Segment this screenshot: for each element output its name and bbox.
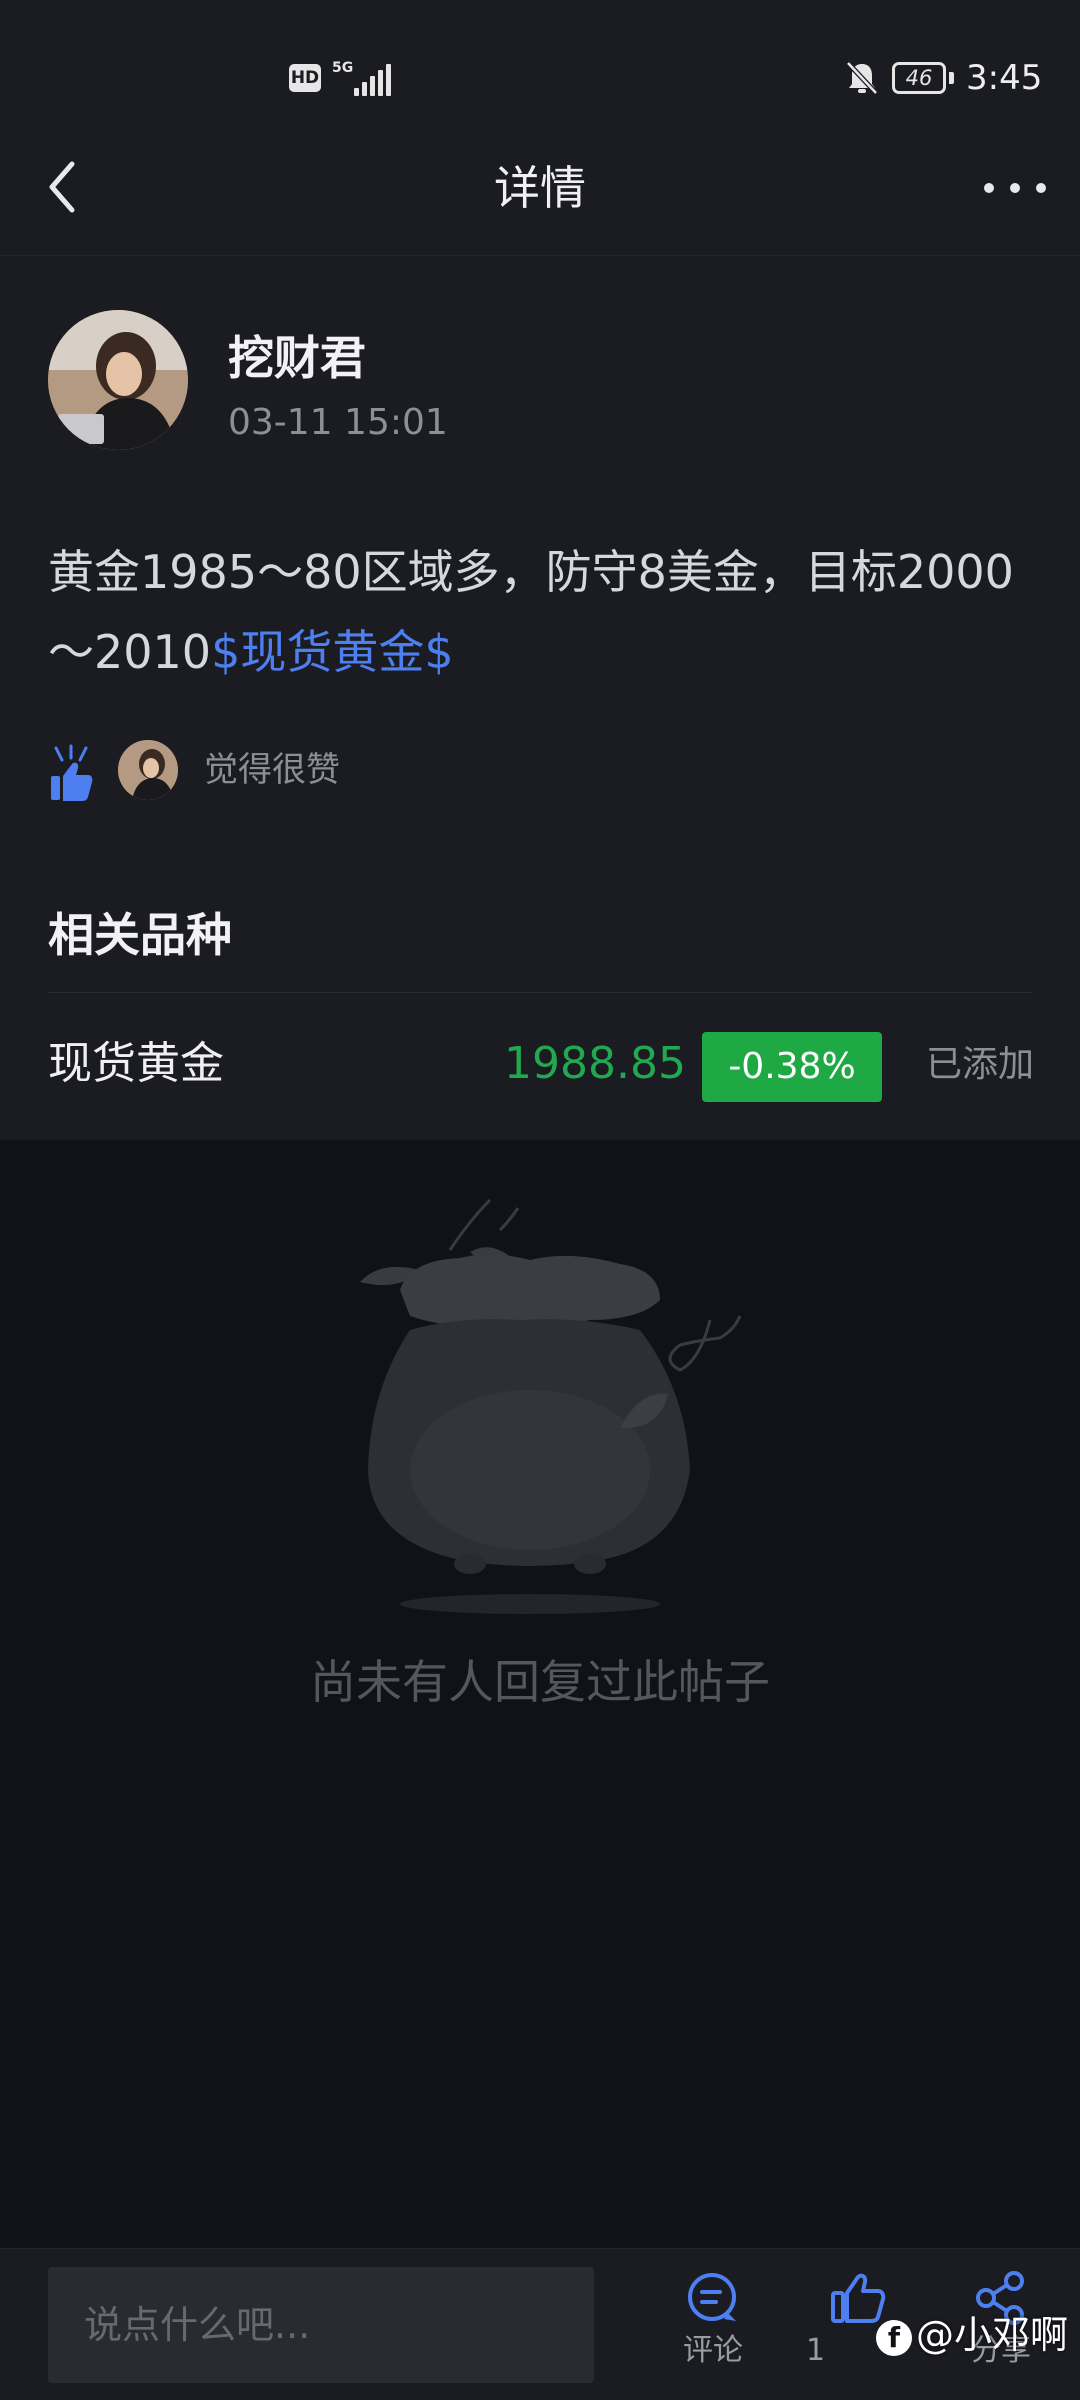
page-title: 详情 xyxy=(494,161,586,215)
comment-button[interactable]: 评论 xyxy=(658,2269,768,2389)
comment-icon xyxy=(688,2273,736,2321)
liker-avatar[interactable] xyxy=(118,740,178,800)
thumbs-up-icon xyxy=(51,744,93,801)
price-change-badge: -0.38% xyxy=(702,1032,882,1102)
watermark-text: @小邓啊 xyxy=(916,2313,1069,2357)
status-bar: HD 5G 46 3:45 xyxy=(0,0,1080,130)
empty-replies-message: 尚未有人回复过此帖子 xyxy=(310,1655,770,1709)
liker-avatar-image xyxy=(118,740,178,800)
comment-input[interactable] xyxy=(48,2267,594,2383)
top-navigation-bar: 详情 xyxy=(0,130,1080,256)
comment-label: 评论 xyxy=(683,2333,743,2368)
signal-icon: 5G xyxy=(332,60,392,96)
post-content: 黄金1985～80区域多，防守8美金，目标2000～2010$现货黄金$ xyxy=(48,532,1038,692)
empty-bag-illustration xyxy=(360,1198,742,1614)
author-avatar-image xyxy=(48,310,188,450)
post-timestamp: 03-11 15:01 xyxy=(228,402,448,443)
related-section-title: 相关品种 xyxy=(48,908,232,962)
like-summary: 觉得很赞 xyxy=(204,750,340,790)
post-card: 挖财君 03-11 15:01 黄金1985～80区域多，防守8美金，目标200… xyxy=(0,256,1080,1140)
battery-icon: 46 xyxy=(892,62,946,94)
hd-badge: HD xyxy=(289,64,321,92)
section-divider xyxy=(48,992,1032,993)
network-type-label: 5G xyxy=(332,60,354,76)
platform-logo-icon: f xyxy=(876,2319,912,2356)
author-avatar[interactable] xyxy=(48,310,188,450)
instrument-name[interactable]: 现货黄金 xyxy=(48,1036,224,1092)
post-text: 黄金1985～80区域多，防守8美金，目标2000～2010 xyxy=(48,545,1014,679)
author-name[interactable]: 挖财君 xyxy=(228,330,366,386)
more-options-icon[interactable] xyxy=(980,168,1050,208)
instrument-price: 1988.85 xyxy=(504,1038,686,1089)
bell-muted-icon xyxy=(846,61,878,95)
instrument-tag-link[interactable]: $现货黄金$ xyxy=(211,625,454,679)
battery-tip xyxy=(949,72,954,84)
clock: 3:45 xyxy=(966,58,1043,98)
added-to-watchlist-status[interactable]: 已添加 xyxy=(926,1040,1034,1090)
watermark: f @小邓啊 xyxy=(876,2310,1068,2360)
